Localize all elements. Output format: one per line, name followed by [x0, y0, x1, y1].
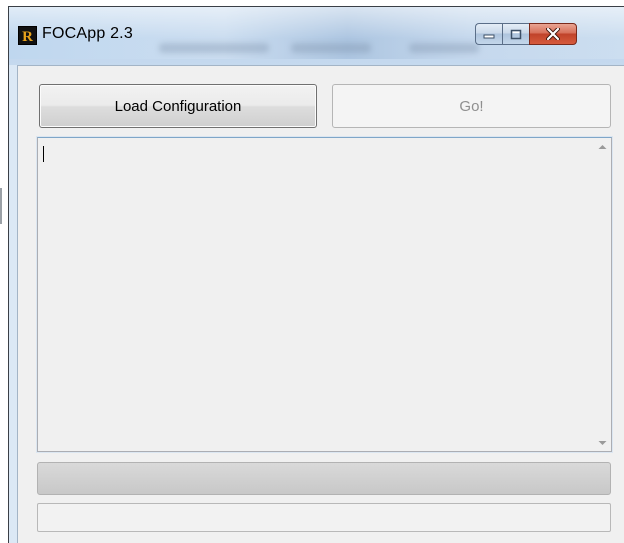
output-textbox[interactable]: [36, 136, 613, 453]
status-field: [37, 503, 611, 532]
minimize-icon: [483, 34, 495, 39]
title-bar[interactable]: R FOCApp 2.3: [9, 7, 624, 59]
title-bar-reflection: [409, 43, 479, 53]
progress-bar: [37, 462, 611, 495]
scroll-up-button[interactable]: [594, 138, 611, 155]
text-cursor: [43, 146, 44, 162]
client-area: Load Configuration Go!: [17, 65, 624, 543]
vertical-scrollbar[interactable]: [594, 138, 611, 451]
close-icon: [546, 28, 560, 40]
maximize-button[interactable]: [502, 23, 529, 45]
title-bar-reflection: [159, 43, 269, 53]
load-configuration-button[interactable]: Load Configuration: [39, 84, 317, 128]
scroll-down-arrow-icon: [598, 440, 607, 445]
scroll-up-arrow-icon: [598, 144, 607, 149]
title-bar-reflection: [291, 43, 371, 53]
background-edge: [0, 188, 2, 224]
minimize-button[interactable]: [475, 23, 502, 45]
window-title: FOCApp 2.3: [42, 25, 133, 42]
app-window: R FOCApp 2.3 Load Configuration Go!: [8, 6, 624, 543]
go-button[interactable]: Go!: [332, 84, 611, 128]
svg-text:R: R: [22, 29, 33, 44]
app-logo-icon[interactable]: R: [18, 26, 37, 45]
app-logo-glyph: R: [19, 27, 36, 44]
maximize-icon: [510, 29, 522, 39]
scroll-down-button[interactable]: [594, 434, 611, 451]
caption-buttons: [475, 23, 577, 45]
close-button[interactable]: [529, 23, 577, 45]
screen: R FOCApp 2.3 Load Configuration Go!: [0, 0, 624, 543]
